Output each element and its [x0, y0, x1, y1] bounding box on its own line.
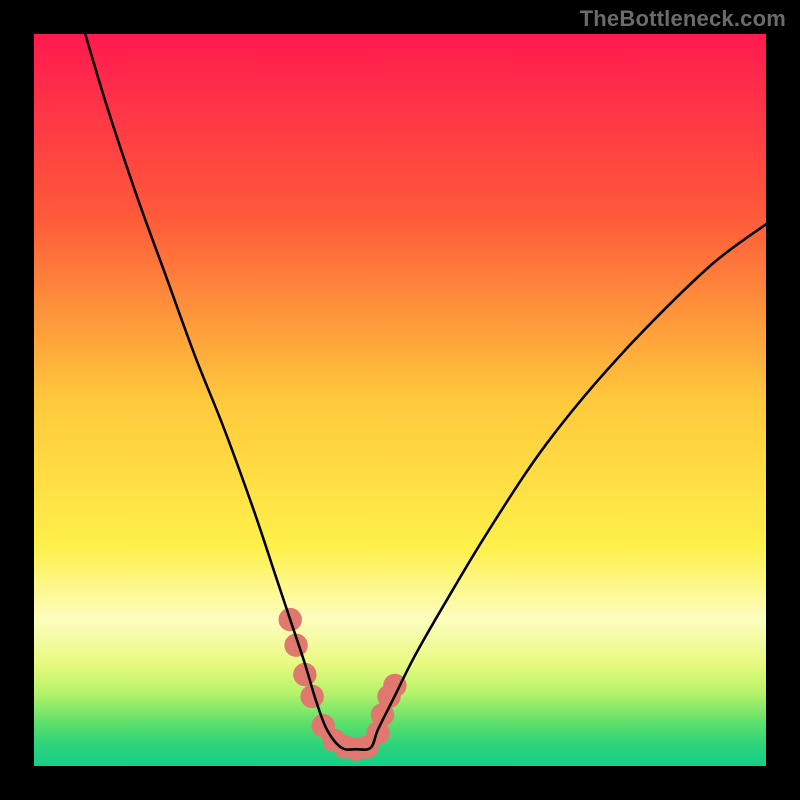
bottleneck-curve: [85, 34, 766, 750]
chart-frame: TheBottleneck.com: [0, 0, 800, 800]
highlight-markers: [278, 608, 406, 761]
chart-svg: [34, 34, 766, 766]
watermark-text: TheBottleneck.com: [580, 6, 786, 32]
plot-area: [34, 34, 766, 766]
